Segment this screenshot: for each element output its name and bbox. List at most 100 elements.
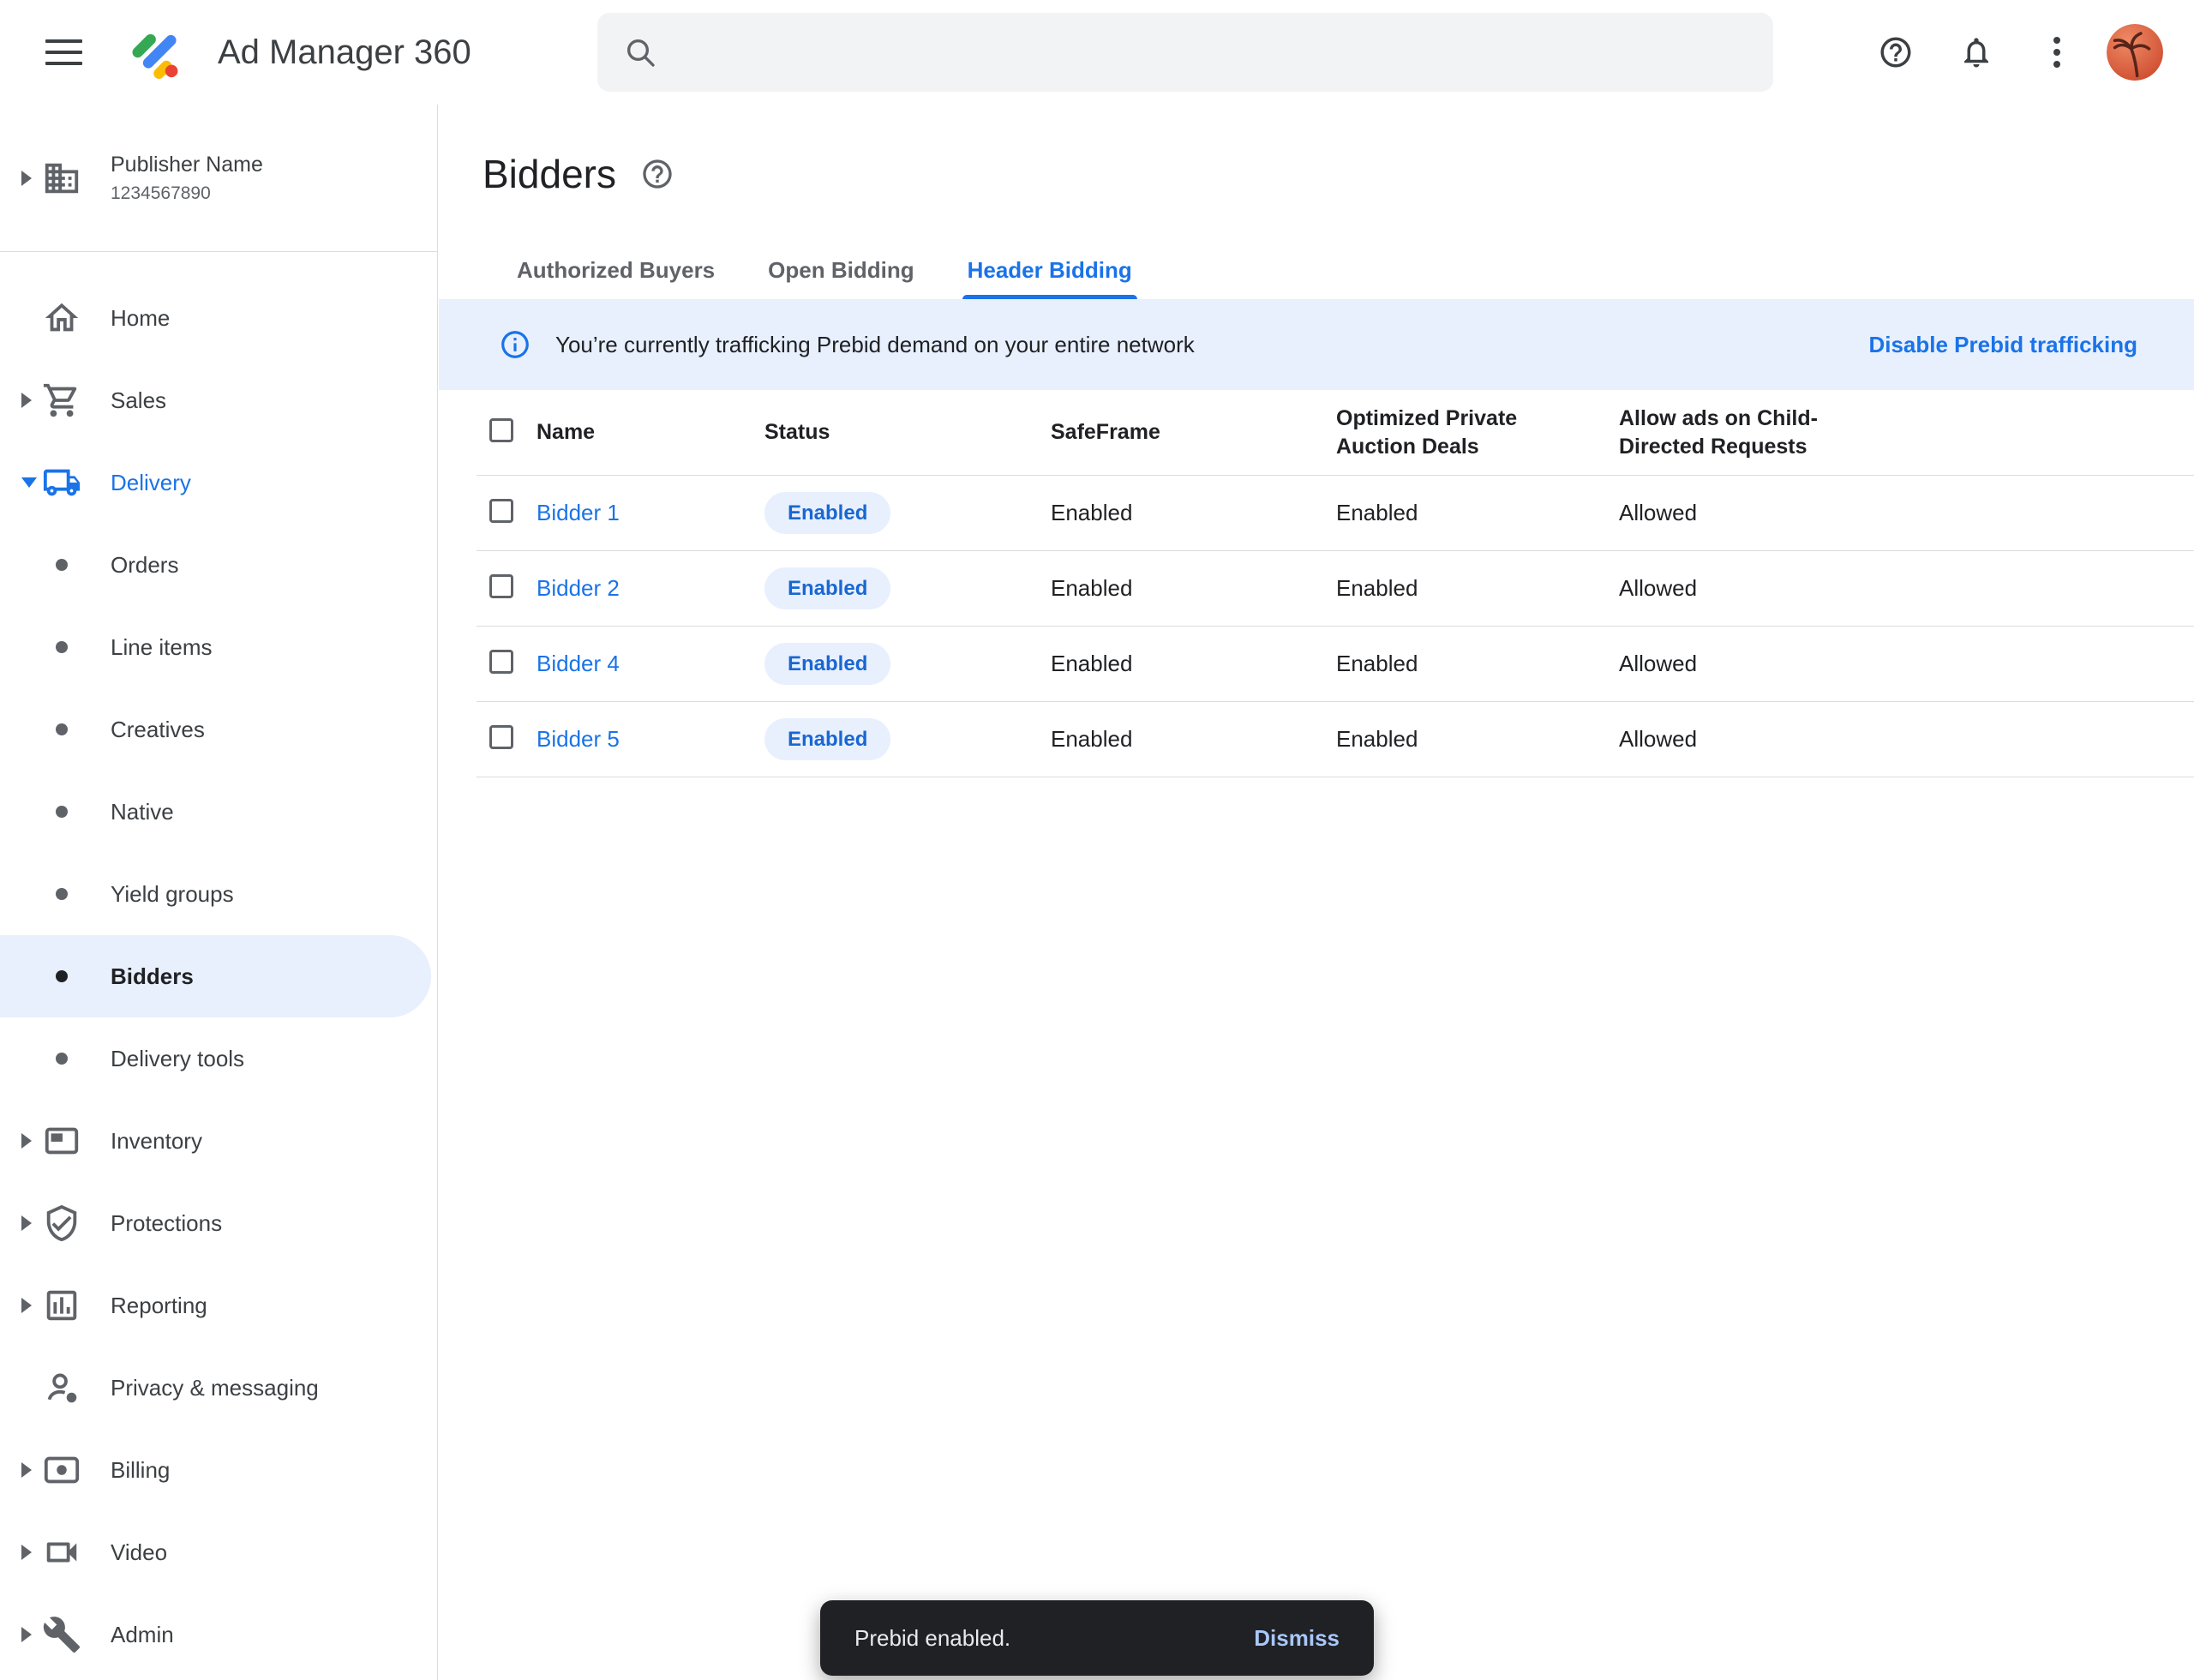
bidder-link[interactable]: Bidder 4 [537,651,620,676]
sidebar-item-delivery-tools[interactable]: Delivery tools [0,1017,437,1100]
table-header-row: Name Status SafeFrame Optimized Private … [477,390,2194,476]
column-header-child-directed: Allow ads on Child-Directed Requests [1619,405,1902,460]
page-header: Bidders [439,105,2194,197]
safeframe-value: Enabled [1051,651,1336,677]
sidebar-item-label: Orders [111,552,178,579]
bullet-icon [56,806,68,818]
app-title: Ad Manager 360 [218,33,471,72]
snackbar-message: Prebid enabled. [854,1625,1010,1652]
sidebar-item-line-items[interactable]: Line items [0,606,437,688]
video-camera-icon [42,1533,81,1572]
ad-unit-icon [42,1121,81,1161]
row-checkbox[interactable] [489,574,513,598]
dismiss-button[interactable]: Dismiss [1233,1611,1360,1665]
private-auction-value: Enabled [1336,651,1619,677]
sidebar-nav: Home Sales Delivery Orders Line items C [0,252,437,1676]
banner-message: You’re currently trafficking Prebid dema… [555,332,1195,358]
status-badge: Enabled [764,492,890,534]
tab-header-bidding[interactable]: Header Bidding [954,242,1146,299]
chevron-right-icon [21,171,32,186]
topbar: Ad Manager 360 [0,0,2194,105]
info-banner: You’re currently trafficking Prebid dema… [439,299,2194,390]
help-circle-icon[interactable] [640,157,674,191]
sidebar-item-label: Sales [111,387,166,414]
bullet-icon [56,723,68,735]
snackbar: Prebid enabled. Dismiss [820,1600,1374,1676]
bidders-table: Name Status SafeFrame Optimized Private … [477,390,2194,777]
search-bar[interactable] [597,13,1773,92]
menu-icon[interactable] [33,21,94,83]
private-auction-value: Enabled [1336,726,1619,753]
sidebar-item-label: Delivery tools [111,1046,244,1072]
wrench-icon [42,1615,81,1654]
bar-chart-icon [42,1286,81,1325]
private-auction-value: Enabled [1336,500,1619,526]
sidebar-item-billing[interactable]: Billing [0,1429,437,1511]
search-input[interactable] [678,39,1747,66]
person-badge-icon [42,1368,81,1407]
sidebar-item-delivery[interactable]: Delivery [0,441,437,524]
sidebar-item-sales[interactable]: Sales [0,359,437,441]
sidebar-item-native[interactable]: Native [0,771,437,853]
more-options-icon[interactable] [2026,21,2088,83]
sidebar-item-protections[interactable]: Protections [0,1182,437,1264]
column-header-safeframe: SafeFrame [1051,418,1336,447]
sidebar-item-label: Inventory [111,1128,202,1155]
select-all-checkbox[interactable] [489,418,513,442]
sidebar-item-label: Video [111,1539,167,1566]
status-badge: Enabled [764,643,890,685]
safeframe-value: Enabled [1051,726,1336,753]
safeframe-value: Enabled [1051,500,1336,526]
sidebar-item-creatives[interactable]: Creatives [0,688,437,771]
sidebar-item-orders[interactable]: Orders [0,524,437,606]
sidebar-item-admin[interactable]: Admin [0,1593,437,1676]
sidebar-item-privacy-messaging[interactable]: Privacy & messaging [0,1347,437,1429]
publisher-name: Publisher Name [111,153,437,177]
sidebar-item-video[interactable]: Video [0,1511,437,1593]
building-icon [42,159,81,198]
sidebar-item-label: Line items [111,634,213,661]
child-directed-value: Allowed [1619,726,2194,753]
sidebar-item-reporting[interactable]: Reporting [0,1264,437,1347]
main-content: Bidders Authorized Buyers Open Bidding H… [439,105,2194,1680]
child-directed-value: Allowed [1619,651,2194,677]
tab-bar: Authorized Buyers Open Bidding Header Bi… [503,242,2194,299]
sidebar-item-label: Reporting [111,1293,207,1319]
sidebar-item-label: Protections [111,1210,222,1237]
row-checkbox[interactable] [489,499,513,523]
sidebar-item-home[interactable]: Home [0,277,437,359]
bidder-link[interactable]: Bidder 2 [537,575,620,601]
bidder-link[interactable]: Bidder 5 [537,726,620,752]
sidebar-item-label: Home [111,305,170,332]
home-icon [42,298,81,338]
search-icon [623,35,657,69]
tab-open-bidding[interactable]: Open Bidding [754,242,927,299]
row-checkbox[interactable] [489,650,513,674]
publisher-id: 1234567890 [111,183,437,204]
sidebar-item-yield-groups[interactable]: Yield groups [0,853,437,935]
payment-card-icon [42,1450,81,1490]
table-row: Bidder 5 Enabled Enabled Enabled Allowed [477,702,2194,777]
avatar[interactable] [2107,24,2163,81]
disable-prebid-trafficking-link[interactable]: Disable Prebid trafficking [1868,332,2137,358]
notifications-bell-icon[interactable] [1945,21,2007,83]
sidebar-item-label: Delivery [111,470,191,496]
shield-check-icon [42,1203,81,1243]
sidebar-item-label: Privacy & messaging [111,1375,319,1401]
row-checkbox[interactable] [489,725,513,749]
publisher-selector[interactable]: Publisher Name 1234567890 [0,105,437,252]
bullet-icon [56,1053,68,1065]
table-row: Bidder 2 Enabled Enabled Enabled Allowed [477,551,2194,627]
bullet-icon [56,559,68,571]
child-directed-value: Allowed [1619,575,2194,602]
sidebar-item-bidders[interactable]: Bidders [0,935,431,1017]
sidebar-item-inventory[interactable]: Inventory [0,1100,437,1182]
chevron-right-icon [21,1462,32,1478]
bidder-link[interactable]: Bidder 1 [537,500,620,525]
chevron-right-icon [21,1545,32,1560]
status-badge: Enabled [764,567,890,609]
chevron-down-icon [21,477,37,488]
help-icon[interactable] [1865,21,1927,83]
sidebar-item-label: Billing [111,1457,170,1484]
tab-authorized-buyers[interactable]: Authorized Buyers [503,242,728,299]
